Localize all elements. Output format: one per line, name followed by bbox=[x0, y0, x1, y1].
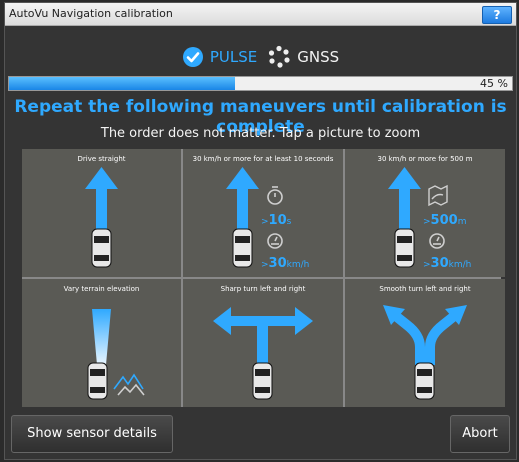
title-bar: AutoVu Navigation calibration ? bbox=[5, 3, 516, 26]
drive-straight-illustration bbox=[85, 167, 118, 268]
tile-speed-distance[interactable]: 30 km/h or more for 500 m >500m >30km/h bbox=[345, 149, 505, 277]
stopwatch-icon bbox=[267, 186, 283, 205]
abort-button[interactable]: Abort bbox=[450, 415, 510, 453]
speed-metric: >30km/h bbox=[423, 256, 472, 271]
gnss-status: GNSS bbox=[267, 45, 339, 69]
progress-percent: 45 % bbox=[480, 77, 508, 90]
smooth-turn-illustration bbox=[383, 305, 467, 400]
sharp-turn-illustration bbox=[213, 307, 313, 400]
tile-terrain-elevation[interactable]: Vary terrain elevation bbox=[22, 279, 181, 407]
time-metric: >10s bbox=[261, 213, 292, 228]
tile-sharp-turn[interactable]: Sharp turn left and right bbox=[183, 279, 343, 407]
gnss-label: GNSS bbox=[297, 48, 340, 66]
tile-drive-straight[interactable]: Drive straight bbox=[22, 149, 181, 277]
speed-metric: >30km/h bbox=[261, 256, 310, 271]
speedometer-icon bbox=[267, 233, 283, 249]
pulse-status: PULSE bbox=[182, 46, 257, 68]
check-circle-icon bbox=[182, 47, 203, 67]
pulse-label: PULSE bbox=[209, 48, 258, 66]
window-title: AutoVu Navigation calibration bbox=[9, 7, 173, 20]
map-route-icon bbox=[428, 184, 448, 207]
help-button[interactable]: ? bbox=[482, 6, 512, 24]
calibration-progress-bar: 45 % bbox=[8, 76, 513, 91]
terrain-illustration bbox=[87, 309, 145, 400]
tile-smooth-turn[interactable]: Smooth turn left and right bbox=[345, 279, 505, 407]
tile-speed-time[interactable]: 30 km/h or more for at least 10 seconds bbox=[183, 149, 343, 277]
sensor-status-row: PULSE GNSS bbox=[5, 43, 516, 71]
bottom-bar: Show sensor details Abort bbox=[5, 411, 516, 459]
progress-fill bbox=[9, 77, 236, 90]
mountain-icon bbox=[113, 373, 145, 396]
maneuver-grid: Drive straight 30 km/h or more for at le… bbox=[22, 149, 505, 407]
loading-dots-icon bbox=[269, 45, 290, 68]
car-icon bbox=[91, 228, 112, 268]
show-sensor-details-button[interactable]: Show sensor details bbox=[11, 415, 173, 453]
instruction-subline: The order does not matter. Tap a picture… bbox=[100, 126, 421, 141]
distance-metric: >500m bbox=[423, 213, 467, 228]
calibration-window: AutoVu Navigation calibration ? PULSE GN… bbox=[4, 2, 517, 460]
speedometer-icon bbox=[429, 233, 445, 249]
